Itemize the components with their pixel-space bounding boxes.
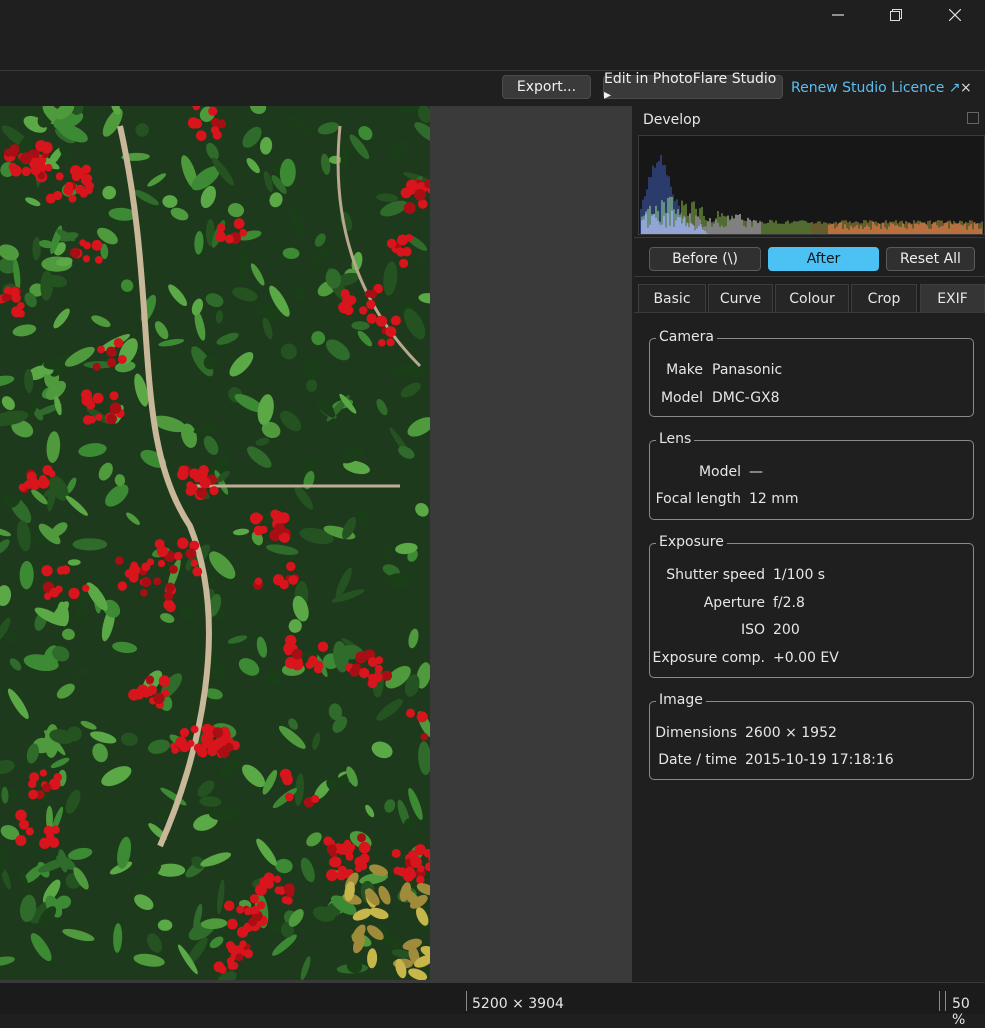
histogram xyxy=(638,135,985,235)
model-label: Model xyxy=(660,390,703,406)
camera-group: Camera Make Panasonic Model DMC-GX8 xyxy=(649,329,974,417)
photo-canvas[interactable] xyxy=(0,106,430,980)
divider xyxy=(634,237,985,238)
after-button[interactable]: After xyxy=(768,247,879,271)
iso-label: ISO xyxy=(740,622,765,638)
exposure-comp-value: +0.00 EV xyxy=(773,650,839,666)
aperture-label: Aperture xyxy=(703,595,765,611)
status-divider xyxy=(945,991,946,1011)
restore-icon[interactable] xyxy=(873,0,919,30)
group-title: Lens xyxy=(656,431,695,447)
minimize-icon[interactable] xyxy=(815,0,861,30)
status-divider xyxy=(939,991,940,1011)
tab-colour[interactable]: Colour xyxy=(775,284,849,312)
image-size-readout: 5200 × 3904 xyxy=(472,996,564,1012)
title-bar xyxy=(0,0,985,71)
zoom-readout[interactable]: 50 % xyxy=(952,996,985,1028)
exposure-comp-label: Exposure comp. xyxy=(652,650,766,666)
export-button[interactable]: Export... xyxy=(502,75,591,99)
divider xyxy=(634,312,985,313)
develop-panel: Develop Before (\) After Reset All Basic… xyxy=(634,106,985,982)
model-value: DMC-GX8 xyxy=(712,390,780,406)
image-group: Image Dimensions 2600 × 1952 Date / time… xyxy=(649,692,974,780)
dimensions-label: Dimensions xyxy=(655,725,737,741)
shutter-speed-value: 1/100 s xyxy=(773,567,826,583)
tab-curve[interactable]: Curve xyxy=(708,284,773,312)
edit-in-studio-button[interactable]: Edit in PhotoFlare Studio ▸ xyxy=(603,71,783,103)
exposure-group: Exposure Shutter speed 1/100 s Aperture … xyxy=(649,534,974,678)
datetime-label: Date / time xyxy=(658,752,737,768)
tab-basic[interactable]: Basic xyxy=(638,284,706,312)
divider xyxy=(634,276,985,277)
lens-model-label: Model xyxy=(698,464,741,480)
status-bar: 5200 × 3904 50 % xyxy=(0,982,985,1028)
datetime-value: 2015-10-19 17:18:16 xyxy=(745,752,894,768)
group-title: Camera xyxy=(656,329,717,345)
shutter-speed-label: Shutter speed xyxy=(666,567,765,583)
dismiss-banner-button[interactable]: × xyxy=(960,80,972,96)
make-label: Make xyxy=(666,362,703,378)
make-value: Panasonic xyxy=(712,362,783,378)
tab-crop[interactable]: Crop xyxy=(851,284,917,312)
renew-licence-link[interactable]: Renew Studio Licence ↗ xyxy=(791,80,961,96)
reset-all-button[interactable]: Reset All xyxy=(886,247,975,271)
lens-model-value: — xyxy=(749,464,763,480)
panel-title: Develop xyxy=(643,112,701,128)
close-icon[interactable] xyxy=(932,0,978,30)
undock-icon[interactable] xyxy=(967,112,979,124)
lens-group: Lens Model — Focal length 12 mm xyxy=(649,431,974,520)
group-title: Exposure xyxy=(656,534,727,550)
iso-value: 200 xyxy=(773,622,800,638)
dimensions-value: 2600 × 1952 xyxy=(745,725,837,741)
before-button[interactable]: Before (\) xyxy=(649,247,761,271)
status-divider xyxy=(466,991,467,1011)
tab-exif[interactable]: EXIF xyxy=(920,284,985,312)
image-viewer[interactable] xyxy=(0,106,632,982)
focal-length-label: Focal length xyxy=(655,491,741,507)
group-title: Image xyxy=(656,692,706,708)
focal-length-value: 12 mm xyxy=(749,491,799,507)
aperture-value: f/2.8 xyxy=(773,595,805,611)
